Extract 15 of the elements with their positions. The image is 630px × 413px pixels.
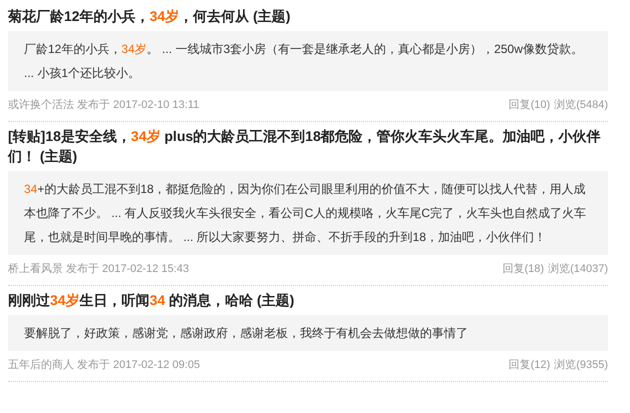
post-excerpt: 要解脱了，好政策，感谢党，感谢政府，感谢老板，我终于有机会去做想做的事情了 <box>8 315 608 351</box>
reply-count: 回复(12) <box>508 358 550 373</box>
view-count: 浏览(5484) <box>554 98 608 113</box>
post-byline: 或许换个活法 发布于 2017-02-10 13:11 <box>8 98 200 113</box>
post-title[interactable]: 刚刚过34岁生日，听闻34 的消息，哈哈 (主题) <box>8 290 608 310</box>
post-title[interactable]: [转贴]18是安全线，34岁 plus的大龄员工混不到18都危险，管你火车头火车尾。加油吧，小伙伴们！ (主题) <box>8 126 608 166</box>
reply-count: 回复(18) <box>502 262 544 277</box>
view-count: 浏览(14037) <box>548 262 608 277</box>
post-byline: 桥上看风景 发布于 2017-02-12 15:43 <box>8 262 189 277</box>
post-title[interactable]: 菊花厂龄12年的小兵，34岁，何去何从 (主题) <box>8 6 608 26</box>
post-byline: 五年后的商人 发布于 2017-02-12 09:05 <box>8 358 200 373</box>
post-excerpt: 厂龄12年的小兵，34岁。 ... 一线城市3套小房（有一套是继承老人的，真心都是小房），250w像数贷款。 ... 小孩1个还比较小。 <box>8 31 608 91</box>
reply-count: 回复(10) <box>508 98 550 113</box>
view-count: 浏览(9355) <box>554 358 608 373</box>
post-excerpt: 34+的大龄员工混不到18，都挺危险的，因为你们在公司眼里利用的价值不大，随便可以找人代替，用人成本也降了不少。 ... 有人反驳我火车头很安全，看公司C人的规模咯，火车尾C完了，火车头也自然成了火车尾，也就是时间早晚的事情。 ... 所以大家要努力、拼命、不折手段的升到18，加油吧，小伙伴们！ <box>8 171 608 255</box>
